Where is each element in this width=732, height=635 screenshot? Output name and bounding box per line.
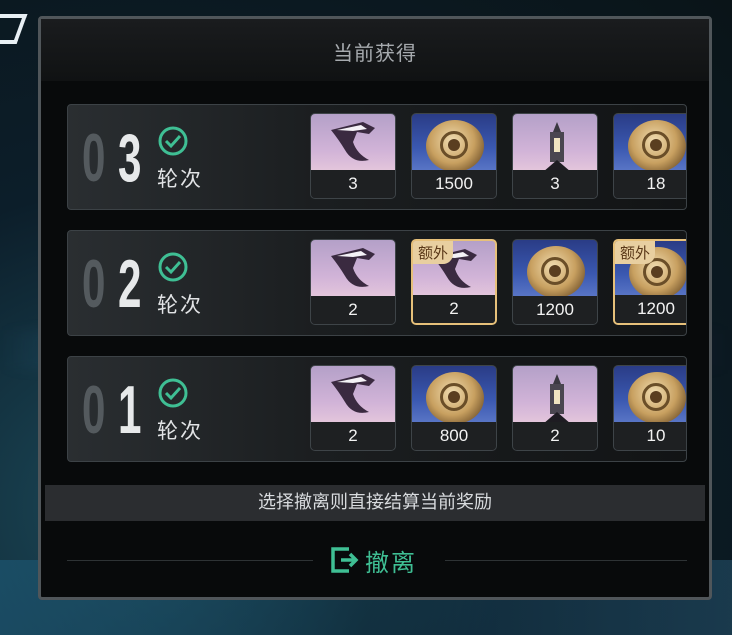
round-row-1: 0 1 轮次 2 800 2 10 xyxy=(67,356,687,462)
check-icon xyxy=(158,126,188,156)
extra-badge: 额外 xyxy=(413,241,454,264)
round-label: 轮次 xyxy=(157,167,203,191)
round-label: 轮次 xyxy=(157,419,203,443)
reward-item[interactable]: 3 xyxy=(310,113,396,199)
item-count: 800 xyxy=(439,426,469,445)
reward-item[interactable]: 2 xyxy=(310,239,396,325)
reward-item[interactable]: 10 xyxy=(613,365,686,451)
check-icon xyxy=(158,378,188,408)
reward-item[interactable]: 3 xyxy=(512,113,598,199)
reward-item-extra[interactable]: 额外 1200 xyxy=(613,239,686,325)
item-count: 3 xyxy=(348,174,358,193)
evacuate-notice: 选择撤离则直接结算当前奖励 xyxy=(45,485,705,521)
coin-icon xyxy=(628,120,686,172)
reward-item[interactable]: 1500 xyxy=(411,113,497,199)
reward-item[interactable]: 2 xyxy=(512,365,598,451)
round-row-2: 0 2 轮次 2 额外 2 1200 额外 1200 xyxy=(67,230,687,336)
item-count: 1200 xyxy=(637,299,675,318)
reward-item[interactable]: 18 xyxy=(613,113,686,199)
item-count: 18 xyxy=(646,174,666,193)
round-number: 1 xyxy=(118,372,142,448)
divider xyxy=(67,560,313,561)
reward-item[interactable]: 2 xyxy=(310,365,396,451)
reward-item[interactable]: 800 xyxy=(411,365,497,451)
reward-item[interactable]: 1200 xyxy=(512,239,598,325)
item-count: 1200 xyxy=(536,300,574,319)
exit-icon xyxy=(331,547,359,573)
coin-icon xyxy=(628,372,686,424)
item-count: 2 xyxy=(550,426,560,445)
check-icon xyxy=(158,252,188,282)
panel-header: 当前获得 xyxy=(41,19,709,81)
item-count: 2 xyxy=(348,426,358,445)
evacuate-label: 撤离 xyxy=(365,548,417,577)
item-count: 3 xyxy=(550,174,560,193)
round-row-3: 0 3 轮次 3 1500 3 18 xyxy=(67,104,687,210)
item-count: 10 xyxy=(646,426,666,445)
coin-icon xyxy=(426,372,484,424)
tower-icon xyxy=(543,374,571,424)
round-number: 2 xyxy=(118,246,142,322)
claw-icon xyxy=(331,122,375,161)
coin-icon xyxy=(426,120,484,172)
extra-badge: 额外 xyxy=(615,241,656,264)
round-label: 轮次 xyxy=(157,293,203,317)
item-count: 2 xyxy=(348,300,358,319)
round-number-prefix: 0 xyxy=(82,120,105,196)
divider xyxy=(445,560,687,561)
claw-icon xyxy=(331,374,375,413)
round-number: 3 xyxy=(118,120,142,196)
evacuate-button[interactable]: 撤离 xyxy=(329,541,439,579)
reward-item-extra[interactable]: 额外 2 xyxy=(411,239,497,325)
round-number-prefix: 0 xyxy=(82,372,105,448)
coin-icon xyxy=(527,246,585,298)
panel-title: 当前获得 xyxy=(333,41,417,65)
item-count: 1500 xyxy=(435,174,473,193)
item-count: 2 xyxy=(449,299,459,318)
tower-icon xyxy=(543,122,571,172)
rewards-panel: 当前获得 0 3 轮次 3 1500 3 18 0 2 轮次 2 额外 2 12… xyxy=(38,16,712,600)
round-number-prefix: 0 xyxy=(82,246,105,322)
corner-arrow-icon xyxy=(0,14,28,44)
claw-icon xyxy=(331,248,375,287)
